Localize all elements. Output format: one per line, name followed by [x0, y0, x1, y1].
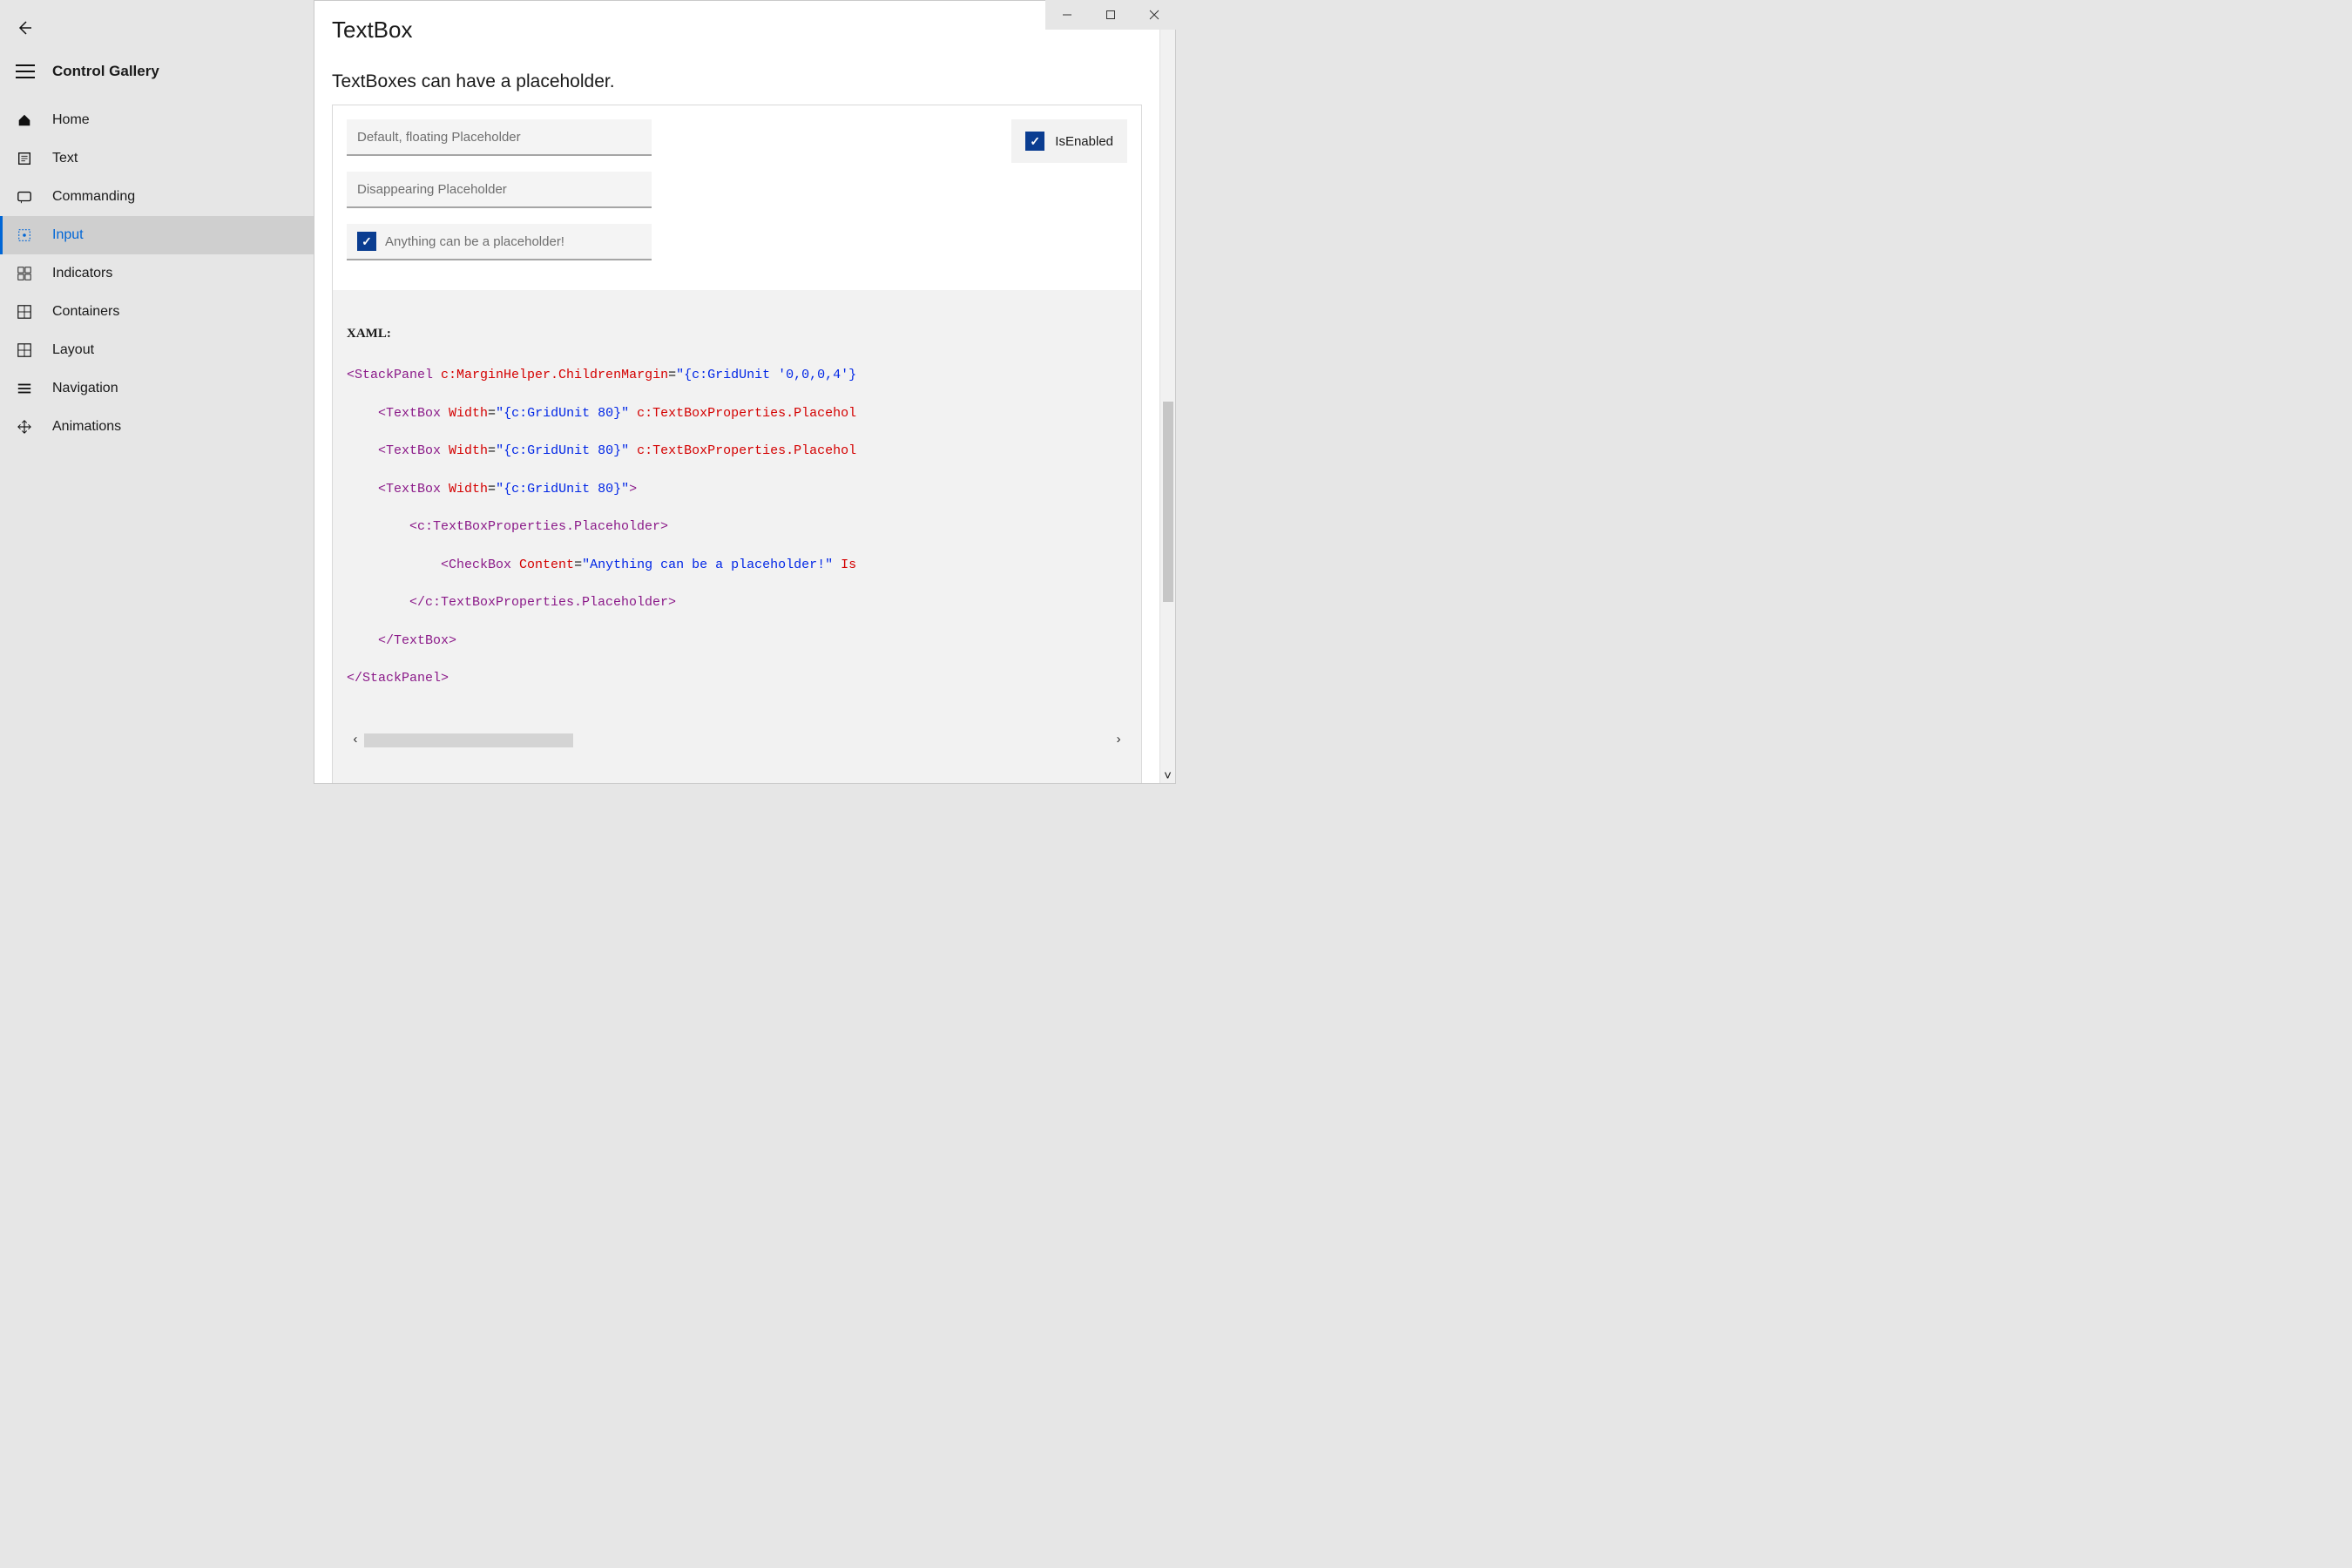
sidebar-item-label: Input: [52, 227, 84, 243]
indicators-icon: [16, 265, 33, 282]
sidebar-item-containers[interactable]: Containers: [0, 293, 314, 331]
sidebar-item-layout[interactable]: Layout: [0, 331, 314, 369]
textbox-input[interactable]: [357, 130, 641, 145]
sidebar-item-label: Containers: [52, 304, 119, 320]
sidebar-item-indicators[interactable]: Indicators: [0, 254, 314, 293]
vertical-scrollbar[interactable]: ˄ ˅: [1159, 1, 1175, 783]
sidebar-item-label: Navigation: [52, 381, 118, 396]
text-icon: [16, 150, 33, 167]
sidebar-item-label: Home: [52, 112, 90, 128]
sidebar-item-label: Layout: [52, 342, 94, 358]
toggle-label: IsEnabled: [1055, 134, 1113, 149]
back-button[interactable]: [16, 19, 33, 37]
sidebar-item-commanding[interactable]: Commanding: [0, 178, 314, 216]
checkbox-icon[interactable]: [357, 232, 376, 251]
scroll-thumb[interactable]: [1163, 402, 1173, 602]
sidebar-item-text[interactable]: Text: [0, 139, 314, 178]
commanding-icon: [16, 188, 33, 206]
layout-icon: [16, 341, 33, 359]
close-button[interactable]: [1132, 0, 1176, 30]
containers-icon: [16, 303, 33, 321]
page-title: TextBox: [314, 1, 1159, 61]
sidebar-item-navigation[interactable]: Navigation: [0, 369, 314, 408]
main-pane: TextBox TextBoxes can have a placeholder…: [314, 0, 1176, 784]
scroll-down-icon[interactable]: ˅: [1160, 767, 1175, 783]
animations-icon: [16, 418, 33, 436]
sidebar-item-label: Indicators: [52, 266, 112, 281]
section-heading-placeholder: TextBoxes can have a placeholder.: [314, 61, 1159, 105]
code-horizontal-scrollbar[interactable]: ‹ ›: [347, 732, 1127, 749]
placeholder-example-card: IsEnabled Anything can be a placeholder!…: [332, 105, 1142, 783]
textbox-input[interactable]: [357, 182, 641, 197]
home-icon: [16, 112, 33, 129]
maximize-button[interactable]: [1089, 0, 1132, 30]
hamburger-button[interactable]: [16, 64, 35, 78]
sidebar: Control Gallery Home Text Commanding Inp…: [0, 0, 314, 784]
sidebar-item-animations[interactable]: Animations: [0, 408, 314, 446]
scroll-thumb[interactable]: [364, 733, 573, 747]
textbox-custom-placeholder[interactable]: Anything can be a placeholder!: [347, 224, 652, 260]
nav-list: Home Text Commanding Input Indicators Co…: [0, 101, 314, 446]
sidebar-item-input[interactable]: Input: [0, 216, 314, 254]
sidebar-item-label: Animations: [52, 419, 121, 435]
placeholder-text: Anything can be a placeholder!: [385, 234, 564, 249]
code-label: XAML:: [347, 325, 1127, 344]
window-titlebar: [1045, 0, 1176, 30]
scroll-left-icon[interactable]: ‹: [347, 732, 364, 749]
scroll-right-icon[interactable]: ›: [1110, 732, 1127, 749]
checkbox-icon: [1025, 132, 1044, 151]
navigation-icon: [16, 380, 33, 397]
app-title: Control Gallery: [52, 63, 159, 80]
textbox-disappearing-placeholder[interactable]: [347, 172, 652, 208]
minimize-button[interactable]: [1045, 0, 1089, 30]
isenabled-toggle[interactable]: IsEnabled: [1011, 119, 1127, 163]
sidebar-item-label: Text: [52, 151, 78, 166]
xaml-code-block: XAML: <StackPanel c:MarginHelper.Childre…: [333, 290, 1141, 783]
sidebar-item-home[interactable]: Home: [0, 101, 314, 139]
input-icon: [16, 226, 33, 244]
sidebar-item-label: Commanding: [52, 189, 135, 205]
textbox-floating-placeholder[interactable]: [347, 119, 652, 156]
